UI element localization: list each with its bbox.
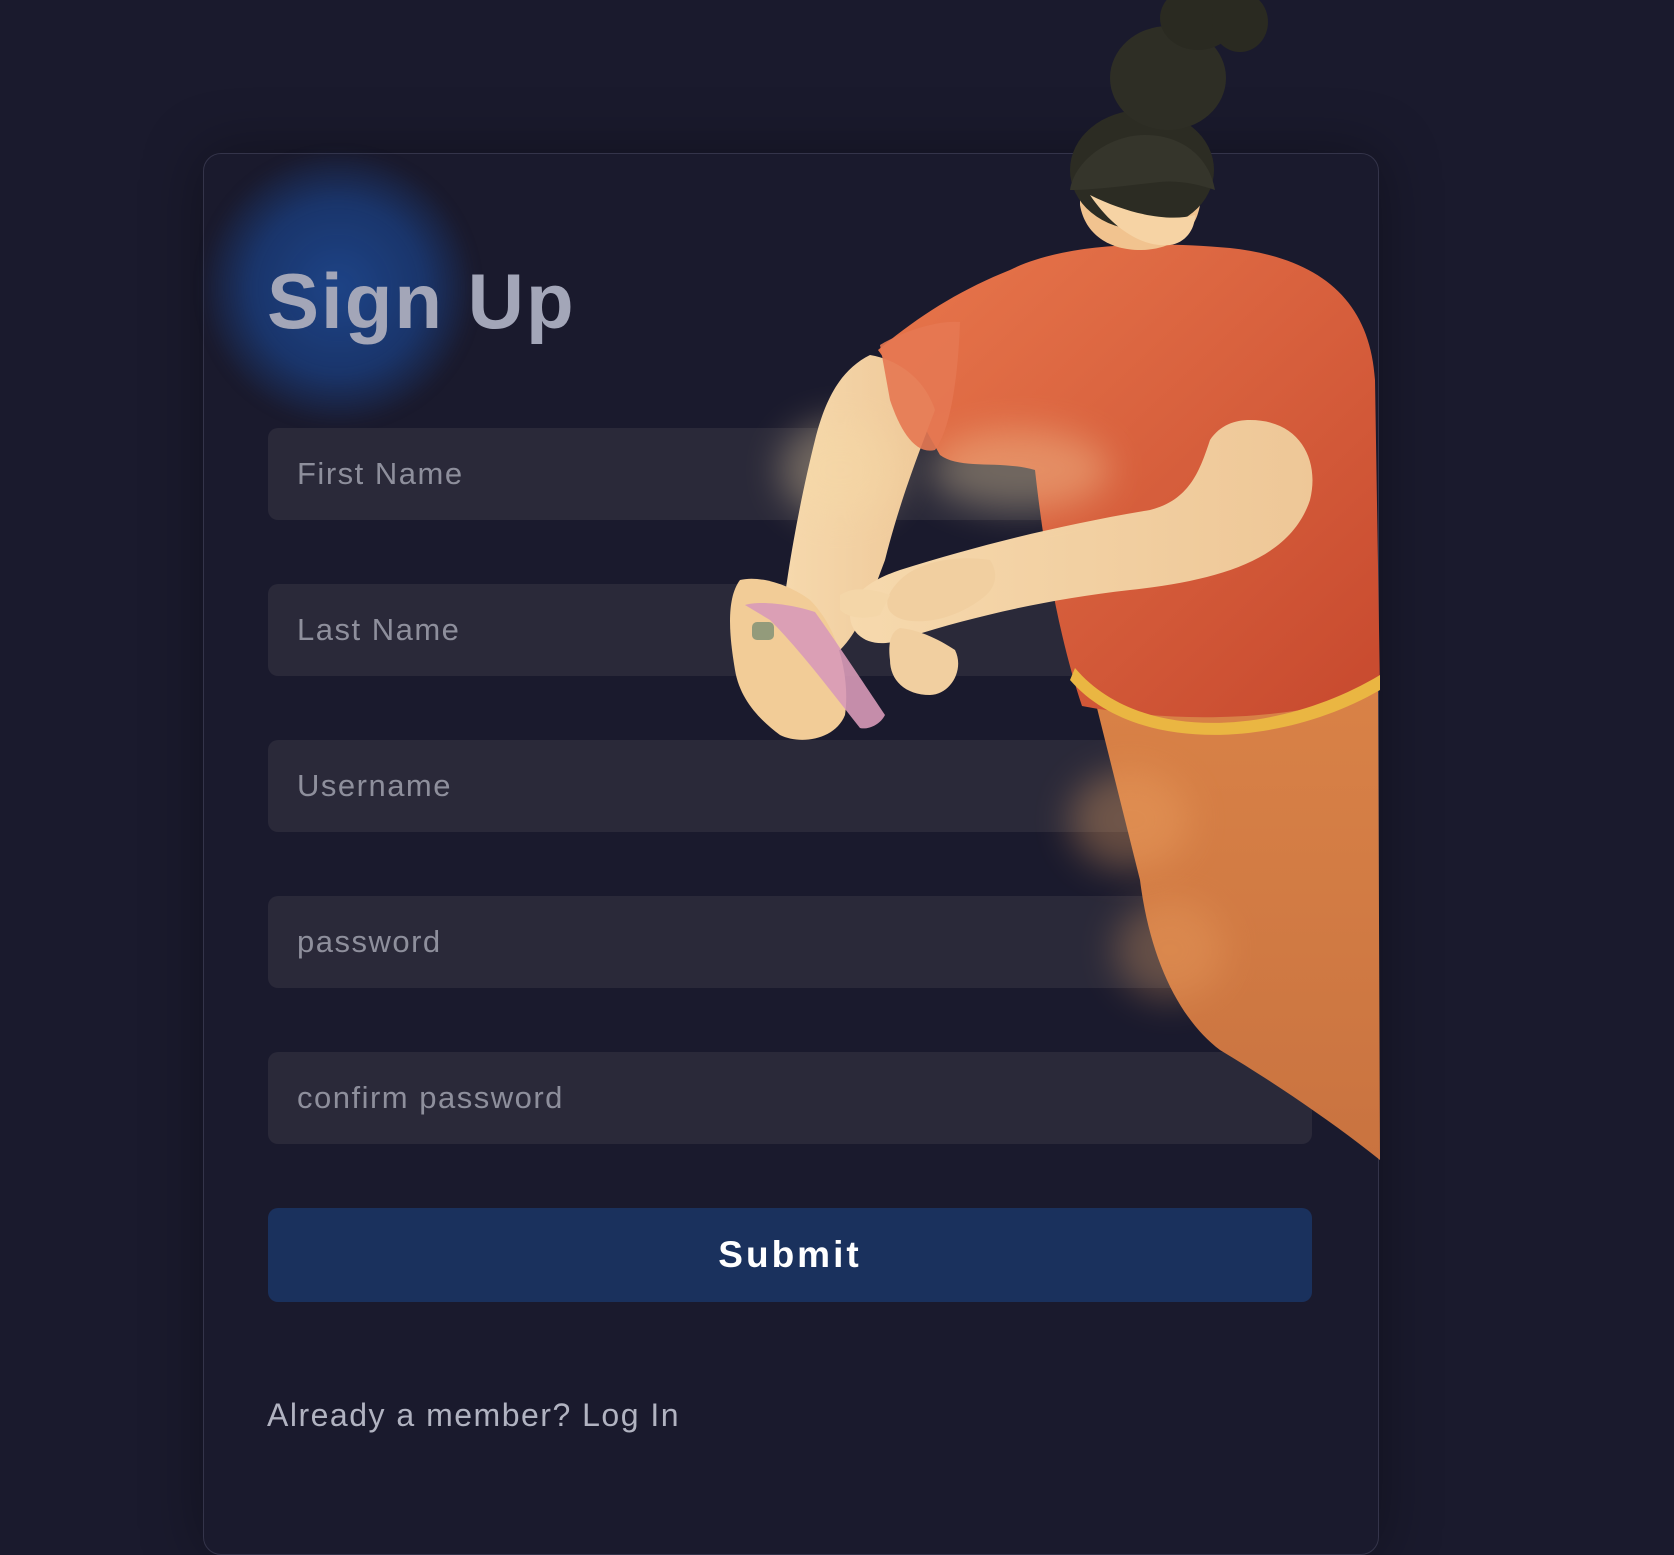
page-title: Sign Up xyxy=(267,257,576,345)
last-name-field[interactable] xyxy=(268,584,1312,676)
login-prompt: Already a member? Log In xyxy=(267,1397,680,1434)
username-field[interactable] xyxy=(268,740,1312,832)
first-name-field[interactable] xyxy=(268,428,1312,520)
password-field[interactable] xyxy=(268,896,1312,988)
submit-button[interactable]: Submit xyxy=(268,1208,1312,1302)
login-prompt-text: Already a member? xyxy=(267,1397,572,1433)
confirm-password-field[interactable] xyxy=(268,1052,1312,1144)
login-link[interactable]: Log In xyxy=(582,1397,680,1433)
